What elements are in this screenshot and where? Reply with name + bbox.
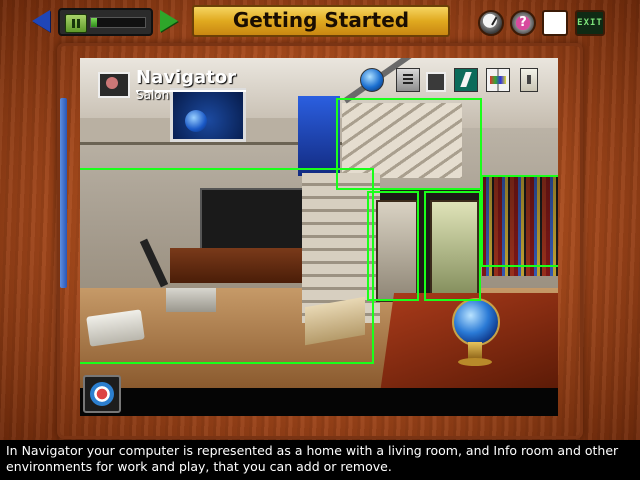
runner-icon[interactable] <box>454 68 478 92</box>
light-switch-icon[interactable] <box>520 68 538 92</box>
globe-base <box>458 358 492 366</box>
exit-button[interactable]: EXIT <box>575 10 605 36</box>
progress-bar <box>90 17 146 28</box>
hotspot-library[interactable] <box>481 175 558 267</box>
hotspot-living-room[interactable] <box>80 168 374 364</box>
earth-picture <box>185 110 207 132</box>
scene-title: Navigator <box>136 67 236 88</box>
top-toolbar: Getting Started ? EXIT <box>0 0 640 46</box>
hotspot-upstairs[interactable] <box>336 98 482 190</box>
media-controls <box>58 8 153 36</box>
blue-wall-panel <box>298 96 340 176</box>
hotspot-door-right[interactable] <box>424 191 481 301</box>
side-scrollbar[interactable] <box>60 98 67 288</box>
navigator-scene: Navigator Salon <box>80 58 558 416</box>
phone-icon[interactable] <box>396 68 420 92</box>
guide-button[interactable] <box>83 375 121 413</box>
page-title: Getting Started <box>192 5 450 37</box>
clock-icon[interactable] <box>478 10 504 36</box>
internet-globe <box>452 298 500 346</box>
guide-icon <box>90 382 114 406</box>
pause-button[interactable] <box>65 14 87 33</box>
back-arrow-icon[interactable] <box>32 10 50 32</box>
help-icon[interactable]: ? <box>510 10 536 36</box>
scene-subtitle: Salon <box>136 88 170 102</box>
forward-arrow-icon[interactable] <box>160 10 178 32</box>
scene-bottom-bar <box>80 388 558 416</box>
grid-icon[interactable] <box>542 10 568 36</box>
progress-fill <box>91 18 98 27</box>
globe-icon[interactable] <box>360 68 384 92</box>
night-window <box>170 88 246 142</box>
caption-text: In Navigator your computer is represente… <box>0 440 640 480</box>
user-portrait-icon[interactable] <box>98 72 130 98</box>
portrait-icon[interactable] <box>426 72 446 92</box>
hotspot-door-left[interactable] <box>367 191 419 301</box>
book-icon[interactable] <box>486 68 510 92</box>
